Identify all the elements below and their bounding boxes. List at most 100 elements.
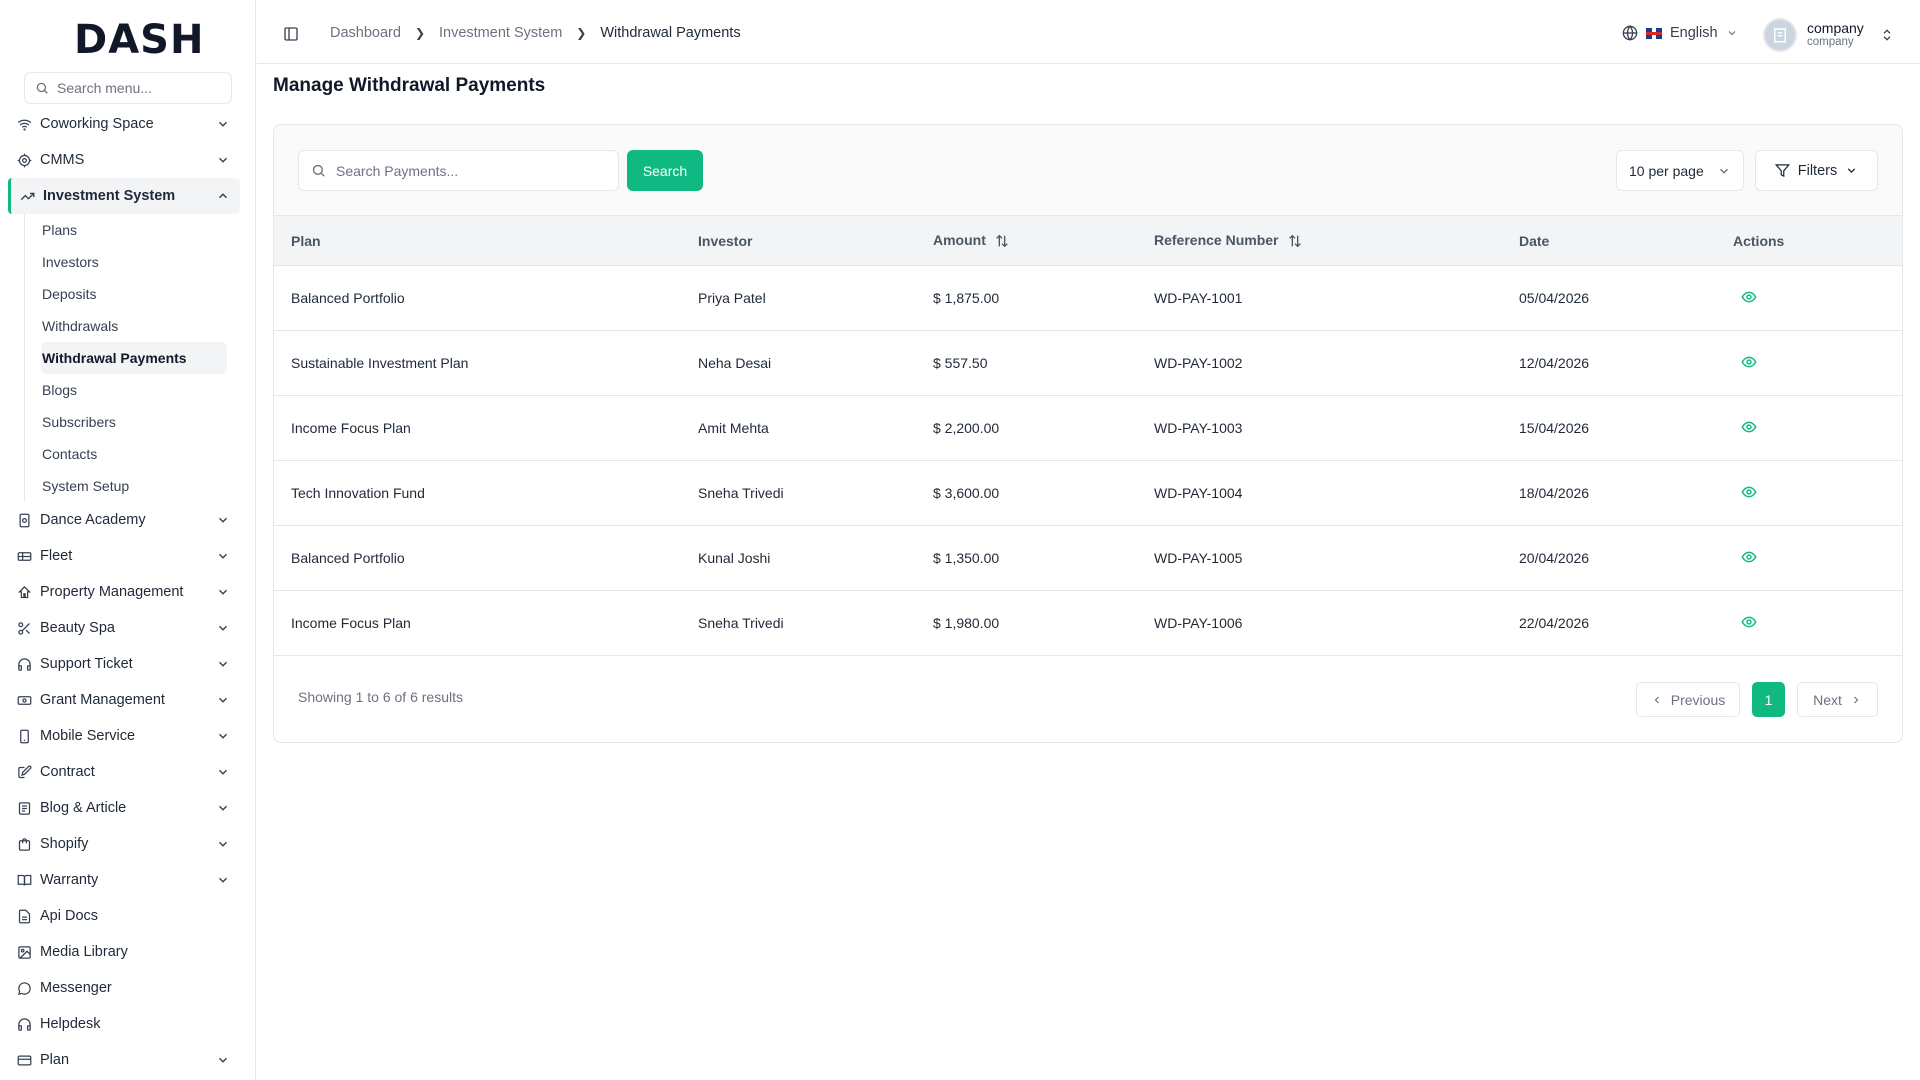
- sidebar-subitem-blogs[interactable]: Blogs: [25, 374, 256, 406]
- sidebar-item-plan[interactable]: Plan: [0, 1042, 256, 1078]
- sidebar-item-dance-academy[interactable]: Dance Academy: [0, 502, 256, 538]
- sidebar-subitem-plans[interactable]: Plans: [25, 214, 256, 246]
- sidebar-item-coworking-space[interactable]: Coworking Space: [0, 106, 256, 142]
- chevron-down-icon: [219, 661, 227, 667]
- sidebar-item-label: Dance Academy: [40, 512, 146, 528]
- sidebar-item-cmms[interactable]: CMMS: [0, 142, 256, 178]
- previous-page-button[interactable]: Previous: [1636, 682, 1740, 717]
- sidebar-subitem-contacts[interactable]: Contacts: [25, 438, 256, 470]
- building-icon: [16, 512, 32, 528]
- sidebar-item-blog-article[interactable]: Blog & Article: [0, 790, 256, 826]
- sidebar-submenu: Plans Investors Deposits Withdrawals Wit…: [24, 214, 256, 502]
- sidebar-item-helpdesk[interactable]: Helpdesk: [0, 1006, 256, 1042]
- filters-button[interactable]: Filters: [1755, 150, 1878, 191]
- user-role: company: [1807, 36, 1854, 48]
- sidebar-subitem-withdrawals[interactable]: Withdrawals: [25, 310, 256, 342]
- next-page-button[interactable]: Next: [1797, 682, 1878, 717]
- search-button[interactable]: Search: [627, 150, 703, 191]
- sidebar-item-investment-system[interactable]: Investment System: [8, 178, 240, 214]
- sidebar-item-label: Plan: [40, 1052, 70, 1068]
- language-selector[interactable]: English: [1622, 25, 1738, 41]
- filter-icon: [1774, 164, 1790, 178]
- sidebar-item-grant-management[interactable]: Grant Management: [0, 682, 256, 718]
- sidebar-item-support-ticket[interactable]: Support Ticket: [0, 646, 256, 682]
- column-header-reference[interactable]: Reference Number: [1154, 215, 1519, 266]
- eye-icon[interactable]: [1741, 549, 1757, 565]
- sidebar-toggle-icon[interactable]: [283, 26, 299, 42]
- cell-date: 18/04/2026: [1519, 460, 1733, 526]
- cell-plan: Income Focus Plan: [274, 590, 698, 656]
- sidebar-item-property-management[interactable]: Property Management: [0, 574, 256, 610]
- eye-icon[interactable]: [1741, 354, 1757, 370]
- sidebar: DASH Coworking Space CMMS Investment Sys…: [0, 0, 256, 1080]
- cog-icon: [16, 152, 32, 168]
- cell-amount: $ 1,875.00: [933, 265, 1154, 331]
- breadcrumb-investment-system[interactable]: Investment System: [439, 25, 562, 41]
- table-row: Balanced Portfolio Priya Patel $ 1,875.00 W…: [274, 265, 1902, 331]
- top-header: Dashboard ❯ Investment System ❯ Withdraw…: [257, 0, 1920, 64]
- sidebar-item-label: Coworking Space: [40, 116, 154, 132]
- sidebar-item-label: Media Library: [40, 944, 128, 960]
- sidebar-subitem-investors[interactable]: Investors: [25, 246, 256, 278]
- sidebar-item-messenger[interactable]: Messenger: [0, 970, 256, 1006]
- column-header-amount[interactable]: Amount: [933, 215, 1154, 266]
- home-icon: [16, 584, 32, 600]
- payments-search-input[interactable]: [336, 162, 606, 179]
- sidebar-item-shopify[interactable]: Shopify: [0, 826, 256, 862]
- payments-search[interactable]: [298, 150, 619, 191]
- cell-amount: $ 557.50: [933, 330, 1154, 396]
- table-row: Balanced Portfolio Kunal Joshi $ 1,350.00 W…: [274, 525, 1902, 591]
- cell-actions: [1733, 395, 1902, 461]
- chevron-down-icon: [1720, 168, 1728, 174]
- sidebar-subitem-subscribers[interactable]: Subscribers: [25, 406, 256, 438]
- sidebar-item-label: Api Docs: [40, 908, 99, 924]
- sort-icon[interactable]: [994, 233, 1010, 249]
- avatar: [1763, 18, 1797, 52]
- sidebar-search[interactable]: [24, 72, 232, 104]
- eye-icon[interactable]: [1741, 614, 1757, 630]
- sidebar-subitem-system-setup[interactable]: System Setup: [25, 470, 256, 502]
- logo-text: DASH: [74, 17, 205, 63]
- sidebar-item-api-docs[interactable]: Api Docs: [0, 898, 256, 934]
- sidebar-subitem-withdrawal-payments[interactable]: Withdrawal Payments: [41, 342, 227, 374]
- sidebar-item-fleet[interactable]: Fleet: [0, 538, 256, 574]
- sidebar-nav: Coworking Space CMMS Investment System P…: [0, 106, 256, 1078]
- chevron-down-icon: [1728, 31, 1735, 36]
- table-header-row: Plan Investor Amount Reference Number Da…: [274, 215, 1902, 266]
- sidebar-item-mobile-service[interactable]: Mobile Service: [0, 718, 256, 754]
- sidebar-item-contract[interactable]: Contract: [0, 754, 256, 790]
- user-menu[interactable]: company company: [1763, 18, 1894, 52]
- sidebar-search-input[interactable]: [57, 80, 217, 96]
- eye-icon[interactable]: [1741, 484, 1757, 500]
- breadcrumb: Dashboard ❯ Investment System ❯ Withdraw…: [330, 25, 741, 41]
- cell-investor: Kunal Joshi: [698, 525, 933, 591]
- sidebar-item-beauty-spa[interactable]: Beauty Spa: [0, 610, 256, 646]
- breadcrumb-dashboard[interactable]: Dashboard: [330, 25, 401, 41]
- cell-investor: Sneha Trivedi: [698, 460, 933, 526]
- cell-actions: [1733, 460, 1902, 526]
- breadcrumb-current: Withdrawal Payments: [600, 25, 741, 41]
- chevron-down-icon: [219, 769, 227, 775]
- app-logo[interactable]: DASH: [74, 17, 205, 63]
- page-1-button[interactable]: 1: [1752, 682, 1785, 717]
- file-text-icon: [16, 908, 32, 924]
- sidebar-subitem-deposits[interactable]: Deposits: [25, 278, 256, 310]
- sidebar-item-label: Contract: [40, 764, 95, 780]
- cell-date: 15/04/2026: [1519, 395, 1733, 461]
- eye-icon[interactable]: [1741, 419, 1757, 435]
- per-page-select[interactable]: 10 per page: [1616, 150, 1744, 191]
- sidebar-item-label: Blog & Article: [40, 800, 127, 816]
- chevron-up-down-icon: [1883, 29, 1891, 41]
- sidebar-item-media-library[interactable]: Media Library: [0, 934, 256, 970]
- sidebar-item-warranty[interactable]: Warranty: [0, 862, 256, 898]
- filters-label: Filters: [1797, 162, 1838, 179]
- scissors-icon: [16, 620, 32, 636]
- chevron-down-icon: [219, 625, 227, 631]
- trending-up-icon: [19, 188, 35, 204]
- eye-icon[interactable]: [1741, 289, 1757, 305]
- image-icon: [16, 944, 32, 960]
- sidebar-item-label: Helpdesk: [40, 1016, 101, 1032]
- sort-icon[interactable]: [1287, 233, 1303, 249]
- table-row: Sustainable Investment Plan Neha Desai $ 5…: [274, 330, 1902, 396]
- chevron-down-icon: [219, 589, 227, 595]
